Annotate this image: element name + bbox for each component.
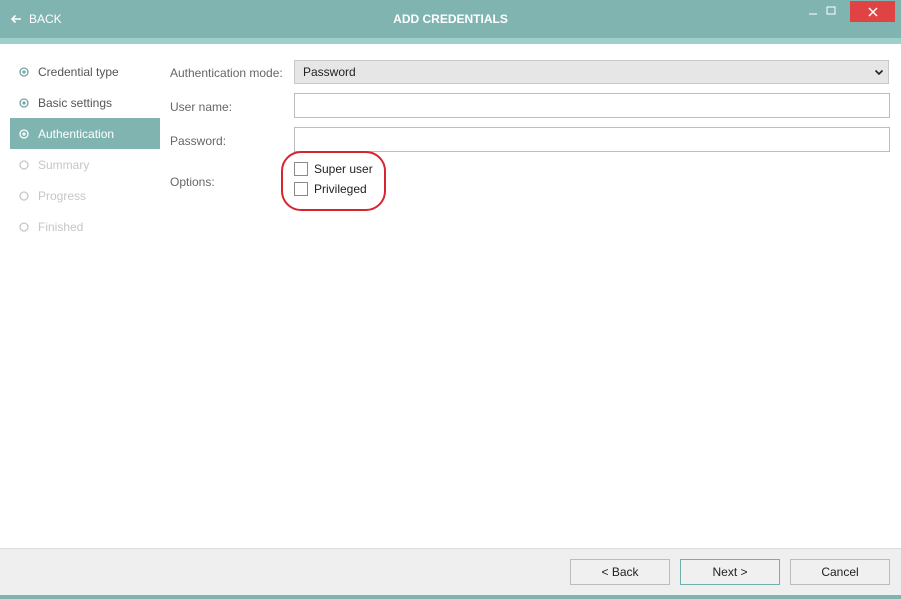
step-complete-icon: [19, 97, 29, 108]
options-highlight-annotation: [281, 151, 386, 211]
password-label: Password:: [170, 134, 227, 148]
step-basic-settings[interactable]: Basic settings: [10, 87, 160, 118]
options-label: Options:: [170, 175, 215, 189]
wizard-steps: Credential type Basic settings Authentic…: [10, 56, 160, 242]
step-progress: Progress: [10, 180, 160, 211]
cancel-button[interactable]: Cancel: [790, 559, 890, 585]
auth-mode-select[interactable]: Password: [294, 60, 889, 84]
auth-mode-label: Authentication mode:: [170, 66, 283, 80]
step-label: Credential type: [38, 64, 119, 79]
step-summary: Summary: [10, 149, 160, 180]
next-button[interactable]: Next >: [680, 559, 780, 585]
footer-accent-line: [0, 595, 901, 599]
step-active-icon: [19, 128, 29, 139]
maximize-button[interactable]: [818, 0, 844, 22]
close-icon: [867, 6, 878, 17]
back-button[interactable]: < Back: [570, 559, 670, 585]
step-label: Summary: [38, 157, 90, 172]
step-pending-icon: [19, 190, 29, 201]
password-input[interactable]: [294, 127, 890, 152]
step-pending-icon: [19, 221, 29, 232]
step-label: Finished: [38, 219, 84, 234]
username-input[interactable]: [294, 93, 890, 118]
step-finished: Finished: [10, 211, 160, 242]
auth-mode-value: Password: [303, 65, 356, 79]
maximize-icon: [826, 6, 836, 15]
step-label: Basic settings: [38, 95, 113, 110]
window-title: ADD CREDENTIALS: [393, 12, 508, 26]
close-button[interactable]: [850, 1, 895, 22]
minimize-icon: [809, 13, 817, 15]
title-accent-line: [0, 38, 901, 44]
username-label: User name:: [170, 100, 233, 114]
chevron-down-icon: [874, 69, 884, 76]
step-authentication[interactable]: Authentication: [10, 118, 160, 149]
step-credential-type[interactable]: Credential type: [10, 56, 160, 87]
step-pending-icon: [19, 159, 29, 170]
step-label: Authentication: [38, 126, 115, 141]
step-complete-icon: [19, 66, 29, 77]
step-label: Progress: [38, 188, 87, 203]
